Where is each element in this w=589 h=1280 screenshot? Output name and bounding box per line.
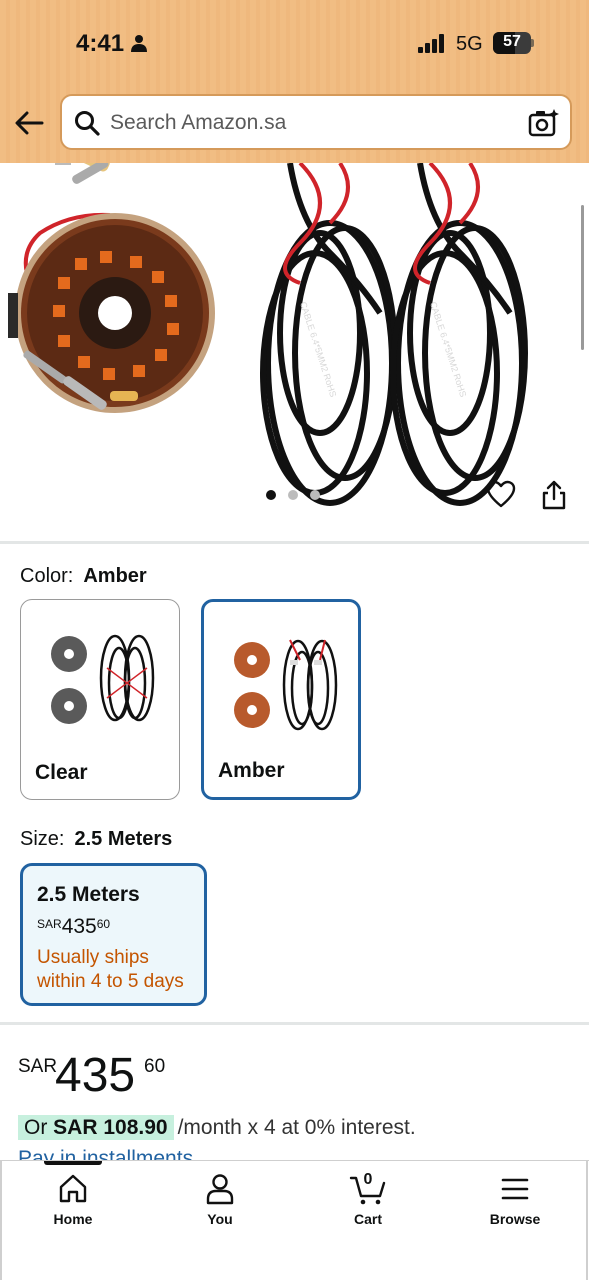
size-label-text: Size: bbox=[20, 828, 65, 850]
home-icon bbox=[59, 1174, 87, 1203]
tab-cart[interactable]: 0 Cart bbox=[318, 1171, 418, 1233]
bottom-tab-bar: Home You 0 Cart Browse bbox=[0, 1160, 589, 1280]
color-option-label: Amber bbox=[218, 759, 285, 782]
size-price-currency: SAR bbox=[37, 917, 62, 931]
camera-search-icon[interactable] bbox=[528, 108, 560, 138]
price-whole: 435 bbox=[55, 1049, 136, 1102]
svg-text:CABLE 6.4*5MM2 RoHS: CABLE 6.4*5MM2 RoHS bbox=[428, 301, 468, 399]
share-icon[interactable] bbox=[540, 480, 568, 510]
gallery-dot-2[interactable] bbox=[288, 490, 298, 500]
color-option-amber[interactable]: Amber bbox=[201, 599, 361, 800]
installment-amount: SAR 108.90 bbox=[53, 1116, 168, 1139]
installment-terms: /month x 4 at 0% interest. bbox=[177, 1116, 416, 1139]
frame-edge bbox=[586, 1160, 588, 1280]
section-divider bbox=[0, 541, 589, 544]
price-currency: SAR bbox=[18, 1056, 58, 1077]
status-time: 4:41 bbox=[76, 30, 125, 57]
active-tab-indicator bbox=[44, 1161, 102, 1165]
installment-prefix: Or bbox=[24, 1116, 48, 1139]
tab-cart-label: Cart bbox=[353, 1211, 382, 1227]
size-option-card[interactable]: 2.5 Meters SAR43560 Usually ships within… bbox=[20, 863, 207, 1006]
gallery-dot-3[interactable] bbox=[310, 490, 320, 500]
network-type: 5G bbox=[456, 33, 483, 55]
back-arrow-icon[interactable] bbox=[12, 108, 46, 138]
amber-variant-thumbnail bbox=[234, 639, 338, 731]
color-option-label: Clear bbox=[35, 761, 88, 784]
person-profile-icon bbox=[206, 1174, 234, 1205]
price-fraction: 60 bbox=[144, 1056, 166, 1077]
installment-offer: Or SAR 108.90/month x 4 at 0% interest. bbox=[18, 1115, 416, 1140]
tab-browse[interactable]: Browse bbox=[465, 1173, 565, 1233]
color-label-text: Color: bbox=[20, 565, 74, 587]
page-scrollbar[interactable] bbox=[581, 205, 584, 350]
cellular-signal-icon bbox=[418, 33, 446, 53]
shipping-estimate: Usually ships within 4 to 5 days bbox=[37, 947, 184, 992]
size-label: Size: 2.5 Meters bbox=[20, 828, 172, 851]
person-icon bbox=[131, 35, 147, 52]
heart-icon[interactable] bbox=[486, 480, 516, 508]
size-option-name: 2.5 Meters bbox=[37, 883, 140, 906]
size-price-whole: 435 bbox=[61, 915, 97, 938]
tab-you-label: You bbox=[207, 1211, 233, 1227]
frame-edge bbox=[0, 1160, 2, 1280]
gallery-page-indicator[interactable] bbox=[266, 490, 326, 502]
size-price-fraction: 60 bbox=[96, 917, 111, 931]
menu-icon bbox=[501, 1178, 529, 1200]
tab-home-label: Home bbox=[53, 1211, 93, 1227]
search-input[interactable] bbox=[110, 108, 510, 138]
gallery-dot-1[interactable] bbox=[266, 490, 276, 500]
tab-home[interactable]: Home bbox=[23, 1173, 123, 1233]
section-divider bbox=[0, 1022, 589, 1025]
tab-you[interactable]: You bbox=[170, 1173, 270, 1233]
tab-browse-label: Browse bbox=[489, 1211, 541, 1227]
battery-icon: 57 bbox=[493, 32, 535, 54]
selected-size: 2.5 Meters bbox=[74, 828, 173, 850]
size-option-price: SAR43560 bbox=[37, 915, 110, 939]
color-option-clear[interactable]: Clear bbox=[20, 599, 180, 800]
pay-in-installments-link[interactable]: Pay in installments bbox=[18, 1148, 193, 1160]
color-label: Color: Amber bbox=[20, 565, 147, 588]
search-bar[interactable] bbox=[60, 94, 572, 150]
cart-count: 0 bbox=[363, 1171, 373, 1188]
battery-level: 57 bbox=[503, 33, 521, 50]
clear-variant-thumbnail bbox=[51, 634, 155, 724]
installment-highlight: Or SAR 108.90 bbox=[18, 1115, 174, 1140]
app-header: 4:41 5G 57 bbox=[0, 0, 589, 163]
search-icon bbox=[75, 111, 100, 136]
svg-text:CABLE 6.4*5MM2 RoHS: CABLE 6.4*5MM2 RoHS bbox=[298, 301, 338, 399]
selected-color: Amber bbox=[83, 565, 147, 587]
